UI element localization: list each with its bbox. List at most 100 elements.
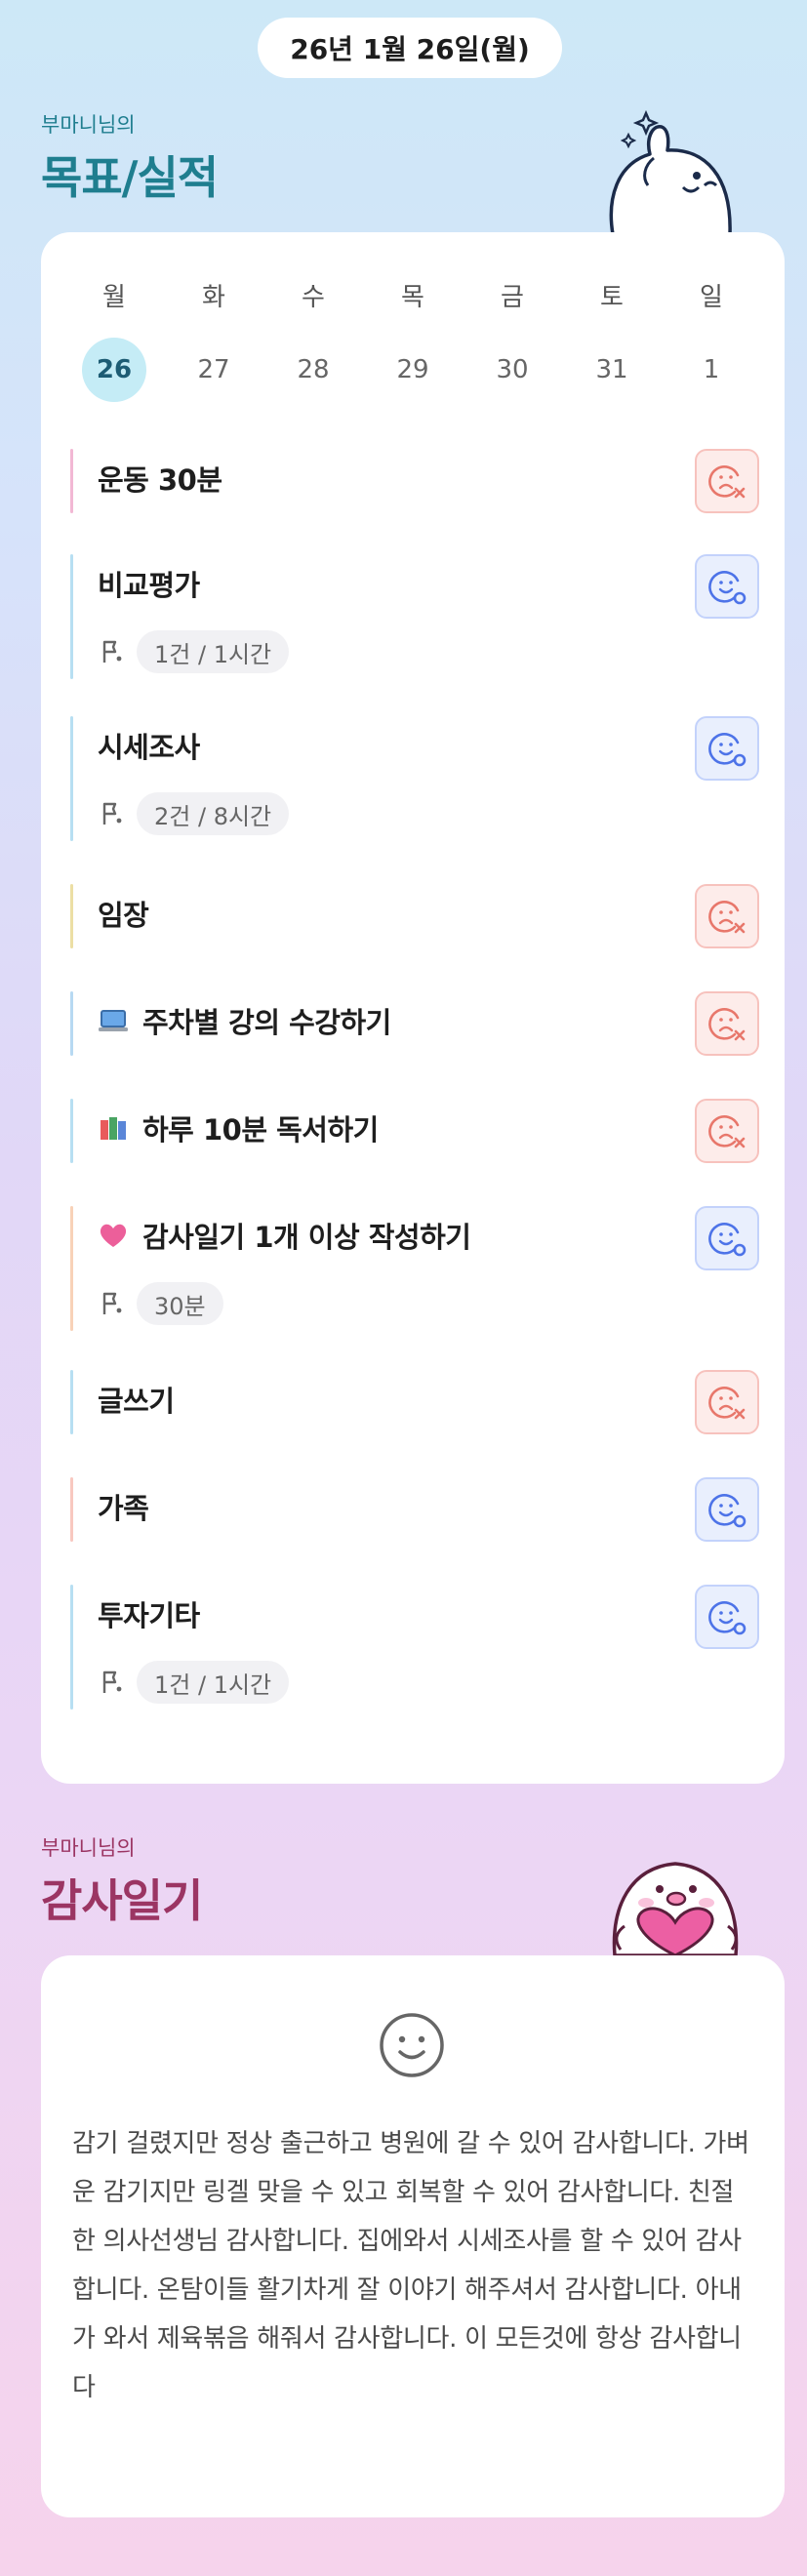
goal-status-fail-button[interactable] <box>695 1099 759 1163</box>
sad-face-x-icon <box>708 1387 746 1420</box>
weekday-label: 목 <box>401 283 424 312</box>
goal-color-bar <box>70 449 73 513</box>
goal-title-text: 비교평가 <box>98 569 200 602</box>
date-label: 30 <box>496 355 529 384</box>
goal-title: 하루 10분 독서하기 <box>98 1099 379 1157</box>
goal-title: 투자기타 <box>98 1585 200 1643</box>
waving-mascot-illustration <box>609 109 732 234</box>
goal-status-done-button[interactable] <box>695 554 759 619</box>
goal-status-done-button[interactable] <box>695 1585 759 1649</box>
smile-face-check-icon <box>708 1223 746 1257</box>
diary-section-title: 감사일기 <box>41 1874 203 1927</box>
goal-record-chip: 1건 / 1시간 <box>137 630 290 673</box>
goal-record-chip: 1건 / 1시간 <box>137 1661 290 1704</box>
goal-title-text: 글쓰기 <box>98 1385 175 1418</box>
goal-meta: 30분 <box>98 1282 223 1325</box>
flag-icon <box>102 1292 122 1314</box>
weekday-label: 금 <box>501 283 524 312</box>
goal-status-fail-button[interactable] <box>695 449 759 513</box>
goals-section-subtitle: 부마니님의 <box>41 113 136 137</box>
goal-status-fail-button[interactable] <box>695 991 759 1056</box>
date-cell[interactable]: 28 <box>263 338 363 402</box>
date-cell[interactable]: 31 <box>562 338 662 402</box>
goal-item[interactable]: 운동 30분 <box>70 449 759 513</box>
diary-entry-text[interactable]: 감기 걸렸지만 정상 출근하고 병원에 갈 수 있어 감사합니다. 가벼운 감기… <box>72 2119 753 2412</box>
goal-item[interactable]: 임장 <box>70 884 759 948</box>
goal-title-text: 하루 10분 독서하기 <box>142 1113 379 1147</box>
goal-meta: 1건 / 1시간 <box>98 1661 290 1704</box>
goal-color-bar <box>70 554 73 679</box>
goal-record-chip: 30분 <box>137 1282 223 1325</box>
date-cell-selected[interactable]: 26 <box>64 338 164 402</box>
flag-icon <box>102 802 122 825</box>
goal-status-fail-button[interactable] <box>695 1370 759 1434</box>
sad-face-x-icon <box>708 465 746 499</box>
goal-title: 운동 30분 <box>98 449 222 507</box>
books-icon <box>101 1117 126 1140</box>
date-label: 26 <box>82 338 146 402</box>
sad-face-x-icon <box>708 901 746 934</box>
goal-status-fail-button[interactable] <box>695 884 759 948</box>
goal-title-text: 임장 <box>98 899 149 932</box>
smile-face-check-icon <box>708 1601 746 1635</box>
date-row: 26 27 28 29 30 31 1 <box>64 338 761 402</box>
heart-mascot-illustration <box>612 1862 739 1955</box>
goals-section-header: 부마니님의 목표/실적 <box>41 109 219 207</box>
date-label: 27 <box>197 355 230 384</box>
goal-color-bar <box>70 1585 73 1710</box>
goal-item[interactable]: 비교평가 1건 / 1시간 <box>70 554 759 679</box>
heart-icon <box>100 1224 127 1247</box>
goal-title-text: 운동 30분 <box>98 463 222 497</box>
goal-item[interactable]: 가족 <box>70 1477 759 1542</box>
diary-section-subtitle: 부마니님의 <box>41 1836 136 1860</box>
laptop-icon <box>99 1010 128 1031</box>
goal-status-done-button[interactable] <box>695 1206 759 1270</box>
goal-title: 임장 <box>98 884 149 943</box>
goal-title: 글쓰기 <box>98 1370 175 1429</box>
smile-icon <box>380 2013 444 2077</box>
goal-color-bar <box>70 1099 73 1163</box>
goal-item[interactable]: 시세조사 2건 / 8시간 <box>70 716 759 841</box>
goal-title: 주차별 강의 수강하기 <box>98 991 391 1050</box>
goal-title: 시세조사 <box>98 716 200 775</box>
goal-color-bar <box>70 991 73 1056</box>
goal-color-bar <box>70 716 73 841</box>
date-label: 31 <box>595 355 628 384</box>
goal-title-text: 투자기타 <box>98 1599 200 1632</box>
date-label: 29 <box>396 355 429 384</box>
goal-title-text: 주차별 강의 수강하기 <box>142 1006 391 1039</box>
sad-face-x-icon <box>708 1115 746 1148</box>
weekday-label: 토 <box>600 283 624 312</box>
goals-card: 월 화 수 목 금 토 일 26 27 28 29 30 31 1 운동 30분… <box>41 232 785 1784</box>
date-cell[interactable]: 30 <box>463 338 562 402</box>
goal-color-bar <box>70 1370 73 1434</box>
weekday-label: 수 <box>302 283 325 312</box>
date-cell[interactable]: 29 <box>363 338 463 402</box>
goal-status-done-button[interactable] <box>695 1477 759 1542</box>
smile-face-check-icon <box>708 733 746 767</box>
date-label: 1 <box>703 355 720 384</box>
weekday-label: 월 <box>102 283 126 312</box>
smile-face-check-icon <box>708 571 746 605</box>
goal-title-text: 시세조사 <box>98 731 200 764</box>
goal-item[interactable]: 하루 10분 독서하기 <box>70 1099 759 1163</box>
weekday-label: 화 <box>202 283 225 312</box>
goal-item[interactable]: 감사일기 1개 이상 작성하기 30분 <box>70 1206 759 1331</box>
goal-record-chip: 2건 / 8시간 <box>137 792 290 835</box>
goal-meta: 2건 / 8시간 <box>98 792 290 835</box>
date-cell[interactable]: 1 <box>662 338 761 402</box>
date-pill[interactable]: 26년 1월 26일(월) <box>258 18 562 78</box>
goal-status-done-button[interactable] <box>695 716 759 781</box>
goal-color-bar <box>70 1477 73 1542</box>
goal-item[interactable]: 글쓰기 <box>70 1370 759 1434</box>
weekday-row: 월 화 수 목 금 토 일 <box>64 277 761 313</box>
diary-card: 감기 걸렸지만 정상 출근하고 병원에 갈 수 있어 감사합니다. 가벼운 감기… <box>41 1955 785 2517</box>
smile-face-check-icon <box>708 1494 746 1528</box>
goal-title: 가족 <box>98 1477 149 1536</box>
goals-section-title: 목표/실적 <box>41 151 219 204</box>
goal-item[interactable]: 주차별 강의 수강하기 <box>70 991 759 1056</box>
diary-section-header: 부마니님의 감사일기 <box>41 1832 203 1930</box>
goal-item[interactable]: 투자기타 1건 / 1시간 <box>70 1585 759 1710</box>
sad-face-x-icon <box>708 1008 746 1041</box>
date-cell[interactable]: 27 <box>164 338 263 402</box>
